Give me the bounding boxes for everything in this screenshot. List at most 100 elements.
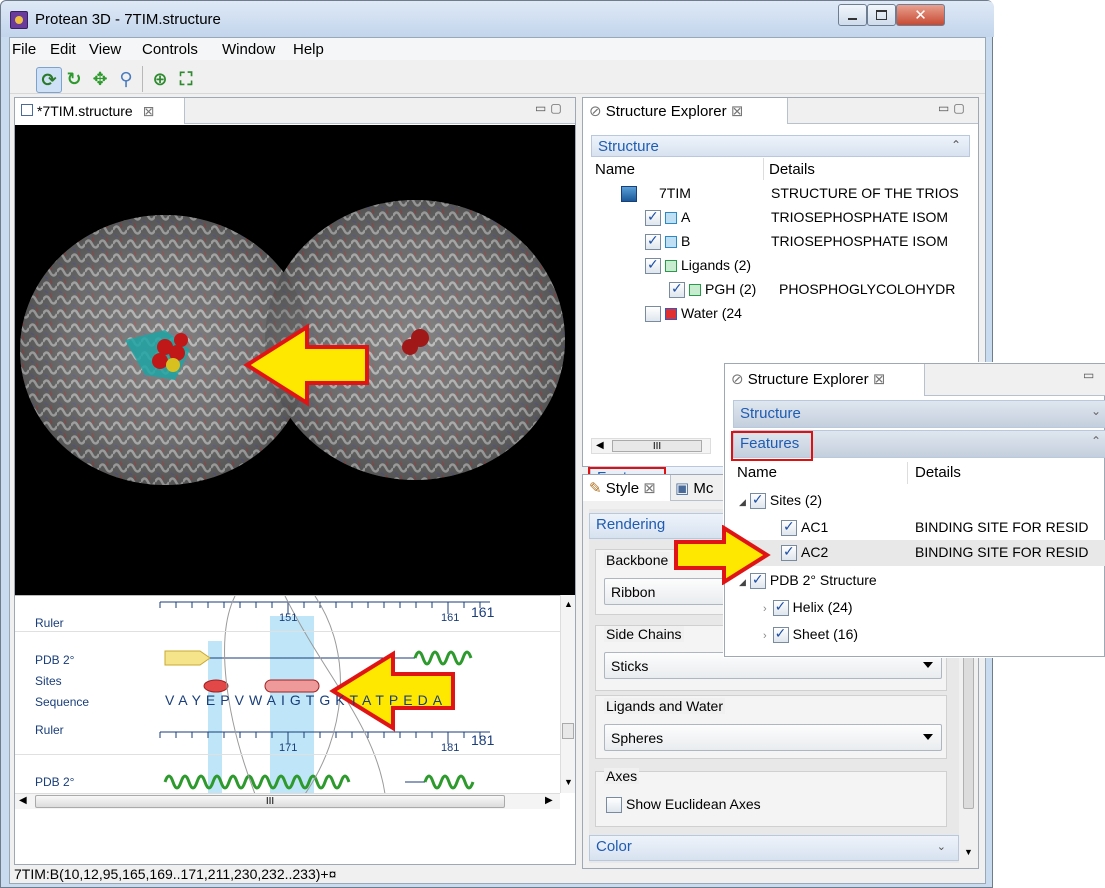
ligands-select[interactable]: Spheres [604,724,942,751]
menu-window[interactable]: Window [222,41,275,58]
ligand-sphere [166,358,180,372]
protein-render [20,200,565,485]
sequence-horizontal-scrollbar[interactable]: ◀ III ▶ [15,793,560,809]
tree-row-ac2[interactable]: AC2 [781,543,828,562]
scroll-left-icon[interactable]: ◀ [19,795,27,806]
scroll-up-icon[interactable]: ▲ [564,599,573,609]
scroll-down-icon[interactable]: ▼ [564,777,573,787]
tree-row-water[interactable]: Water (24 [645,305,742,323]
zoom-name-column-header[interactable]: Name [737,464,777,481]
fit-icon[interactable]: ⊕ [148,67,172,91]
tree-row-ac1[interactable]: AC1 [781,518,829,537]
tree-row-chain-a[interactable]: A [645,208,690,227]
chain-a-checkbox[interactable] [645,208,661,227]
explorer-horizontal-scrollbar[interactable]: ◀ III [591,438,711,454]
style-tab[interactable]: ✎ Style ⊠ [583,475,671,501]
window-icon: ▣ [675,480,690,497]
tree-row-details: BINDING SITE FOR RESID [915,519,1089,535]
status-bar: 7TIM:B(10,12,95,165,169..171,211,230,232… [10,866,985,884]
ligand-sphere [174,333,188,347]
move-icon[interactable]: ✥ [88,67,112,91]
ligand-sphere [152,353,168,369]
fullscreen-icon[interactable]: ⛶ [174,67,198,91]
expanded-icon[interactable]: ◢ [739,497,746,507]
site-marker [264,679,320,693]
column-divider [763,158,764,180]
tree-row-helix[interactable]: › Helix (24) [763,598,853,617]
model-tab[interactable]: ▣ Mc [675,479,713,497]
tab-close-icon[interactable]: ⊠ [643,480,656,497]
zoom-explorer-tab[interactable]: ⊘ Structure Explorer ⊠ [725,364,925,396]
tree-row-details: TRIOSEPHOSPHATE ISOM [771,233,949,249]
tree-row-7tim[interactable]: 7TIM [621,185,691,203]
sites-checkbox[interactable] [749,491,766,510]
name-column-header[interactable]: Name [595,161,635,178]
zoom-icon[interactable]: ⚲ [114,67,138,91]
tree-row-name: Sheet (16) [792,626,859,642]
zoom-details-column-header[interactable]: Details [915,464,961,481]
scroll-down-icon[interactable]: ▼ [964,847,973,857]
tree-row-name: Sites (2) [769,492,823,508]
close-button[interactable]: ✕ [896,4,945,26]
show-axes-option[interactable]: Show Euclidean Axes [606,796,761,814]
explorer-tab[interactable]: ⊘ Structure Explorer ⊠ [583,98,788,124]
tree-row-pgh[interactable]: PGH (2) [669,280,756,299]
menu-file[interactable]: File [12,41,36,58]
chain-b-checkbox[interactable] [645,232,661,251]
rotate-icon[interactable]: ⟳ [36,67,62,93]
maximize-button[interactable] [867,4,896,26]
collapse-icon[interactable]: ⌃ [951,138,961,152]
explorer-minmax-icons[interactable]: ▭▢ [938,101,969,115]
molecule-viewer[interactable] [15,125,575,595]
expand-icon[interactable]: ⌄ [937,840,946,853]
ligands-value: Spheres [611,730,664,746]
menu-help[interactable]: Help [293,41,324,58]
editor-minmax-icons[interactable]: ▭▢ [535,101,566,115]
ac2-checkbox[interactable] [781,543,797,562]
ligands-group: Ligands and Water Spheres [595,695,947,759]
menu-view[interactable]: View [89,41,121,58]
scroll-thumb[interactable]: III [612,440,702,452]
expand-icon[interactable]: ⌄ [1091,404,1101,418]
refresh-icon[interactable]: ↻ [62,67,86,91]
ligands-water-label: Ligands and Water [604,698,725,714]
show-axes-checkbox[interactable] [606,797,622,814]
structure-section-header[interactable]: Structure ⌃ [591,135,970,157]
scroll-right-icon[interactable]: ▶ [545,795,553,806]
zoom-minmax-icons[interactable]: ▭ [1083,368,1098,382]
tab-close-icon[interactable]: ⊠ [143,103,155,119]
helix-checkbox[interactable] [772,598,789,617]
collapsed-icon[interactable]: › [763,630,767,642]
tree-row-chain-b[interactable]: B [645,232,690,251]
zoom-structure-header[interactable]: Structure ⌄ [733,400,1105,428]
sequence-panel[interactable]: Ruler 151 161 161 PDB 2° Sites Sequence … [15,595,560,793]
tree-row-sites[interactable]: ◢ Sites (2) [739,491,823,510]
tab-close-icon[interactable]: ⊠ [731,103,744,120]
tree-row-details: BINDING SITE FOR RESID [915,544,1089,560]
color-section-header[interactable]: Color ⌄ [589,835,959,861]
ligands-checkbox[interactable] [645,256,661,275]
site-marker [203,679,229,693]
water-checkbox[interactable] [645,306,661,323]
ruler-tick-label: 161 [441,612,460,624]
editor-tab[interactable]: *7TIM.structure ⊠ [15,98,185,124]
tree-row-name: 7TIM [659,185,691,201]
collapsed-icon[interactable]: › [763,603,767,615]
pgh-checkbox[interactable] [669,280,685,299]
tree-row-name: AC1 [801,519,829,535]
scroll-thumb[interactable]: III [35,795,505,808]
tab-close-icon[interactable]: ⊠ [873,371,886,388]
collapse-icon[interactable]: ⌃ [1091,434,1101,448]
menu-edit[interactable]: Edit [50,41,76,58]
sheet-checkbox[interactable] [772,625,789,644]
tree-row-sheet[interactable]: › Sheet (16) [763,625,859,644]
scroll-left-icon[interactable]: ◀ [596,440,604,451]
minimize-button[interactable] [838,4,867,26]
scroll-thumb[interactable] [562,723,574,739]
row-divider [15,631,560,632]
ac1-checkbox[interactable] [781,518,797,537]
sequence-vertical-scrollbar[interactable]: ▲ ▼ [560,595,575,793]
details-column-header[interactable]: Details [769,161,815,178]
tree-row-ligands[interactable]: Ligands (2) [645,256,751,275]
menu-controls[interactable]: Controls [142,41,198,58]
